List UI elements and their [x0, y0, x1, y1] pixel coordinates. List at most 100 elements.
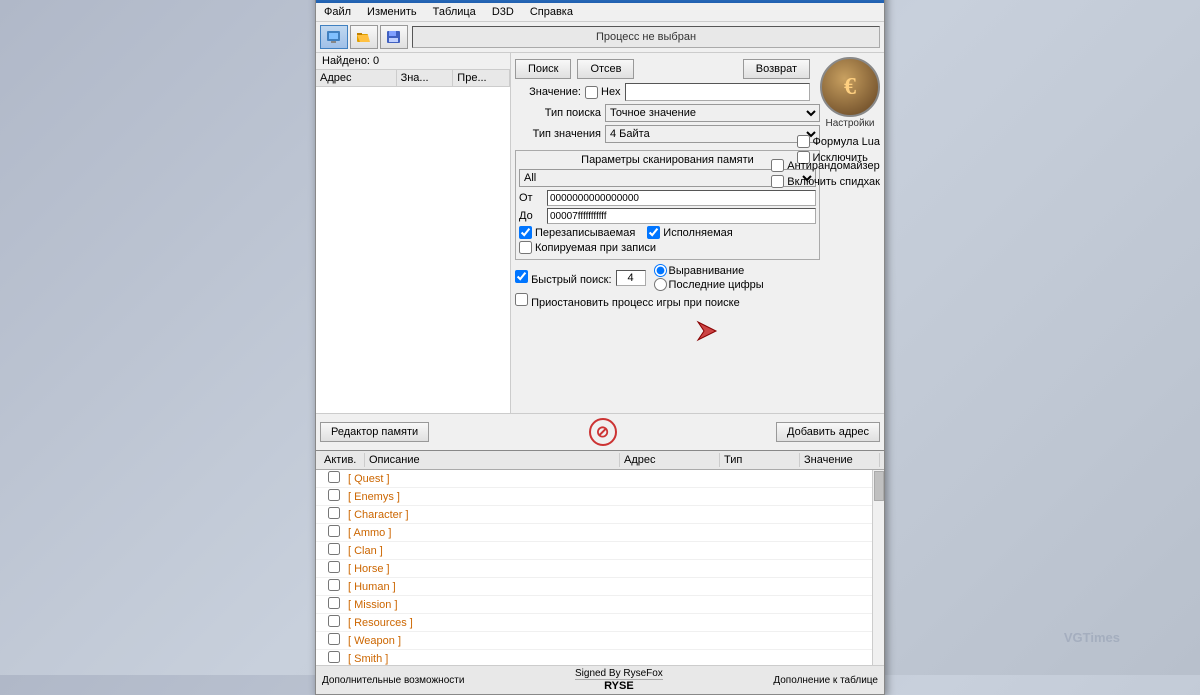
copyable-row: Копируемая при записи [519, 241, 816, 254]
value-type-select[interactable]: 4 Байта [605, 125, 820, 143]
save-button[interactable] [380, 25, 408, 49]
menu-d3d[interactable]: D3D [488, 5, 518, 19]
speedhack-checkbox[interactable] [771, 175, 784, 188]
value-input[interactable] [625, 83, 810, 101]
fast-search-checkbox[interactable] [515, 270, 528, 283]
table-row[interactable]: [ Horse ] [316, 560, 884, 578]
row-checkbox[interactable] [328, 579, 340, 591]
results-list[interactable] [316, 87, 510, 413]
col-prev: Пре... [453, 70, 510, 86]
scrollbar-track[interactable] [872, 470, 884, 665]
row-checkbox[interactable] [328, 597, 340, 609]
arrow-icon-area [696, 320, 718, 345]
add-address-button[interactable]: Добавить адрес [776, 422, 880, 442]
col-desc: Описание [365, 453, 620, 467]
col-value: Значение [800, 453, 880, 467]
row-checkbox-cell[interactable] [328, 651, 348, 665]
menu-edit[interactable]: Изменить [363, 5, 421, 19]
table-row[interactable]: [ Character ] [316, 506, 884, 524]
lua-formula-checkbox[interactable] [797, 135, 810, 148]
row-desc: [ Ammo ] [348, 527, 640, 539]
hex-checkbox-label: Hex [585, 86, 621, 99]
table-row[interactable]: [ Human ] [316, 578, 884, 596]
search-button[interactable]: Поиск [515, 59, 571, 79]
row-checkbox[interactable] [328, 525, 340, 537]
process-bar-text: Процесс не выбран [596, 31, 696, 43]
row-checkbox[interactable] [328, 471, 340, 483]
filter-button[interactable]: Отсев [577, 59, 634, 79]
supplement[interactable]: Дополнение к таблице [773, 675, 878, 686]
table-row[interactable]: [ Weapon ] [316, 632, 884, 650]
row-checkbox-cell[interactable] [328, 543, 348, 558]
row-desc: [ Human ] [348, 581, 640, 593]
rewritable-checkbox[interactable] [519, 226, 532, 239]
scrollbar-thumb[interactable] [874, 471, 884, 501]
row-checkbox[interactable] [328, 615, 340, 627]
row-checkbox[interactable] [328, 633, 340, 645]
last-digits-radio[interactable] [654, 278, 667, 291]
from-row: От [519, 190, 816, 206]
extra-features[interactable]: Дополнительные возможности [322, 675, 464, 686]
row-checkbox-cell[interactable] [328, 507, 348, 522]
return-button[interactable]: Возврат [743, 59, 810, 79]
right-checkboxes-2: Антирандомайзер Включить спидхак [771, 159, 880, 188]
table-row[interactable]: [ Clan ] [316, 542, 884, 560]
from-input[interactable] [547, 190, 816, 206]
menu-table[interactable]: Таблица [429, 5, 480, 19]
copyable-label: Копируемая при записи [519, 241, 656, 254]
row-checkbox-cell[interactable] [328, 579, 348, 594]
process-bar[interactable]: Процесс не выбран [412, 26, 880, 48]
menu-file[interactable]: Файл [320, 5, 355, 19]
ce-logo: € [820, 57, 880, 117]
antirandom-checkbox[interactable] [771, 159, 784, 172]
row-checkbox-cell[interactable] [328, 489, 348, 504]
main-window: CE ChEAt Engine 7.0 ─ □ ✕ Файл Изменить … [315, 0, 885, 695]
row-checkbox-cell[interactable] [328, 561, 348, 576]
last-digits-radio-label: Последние цифры [654, 278, 764, 291]
results-header: Адрес Зна... Пре... [316, 70, 510, 87]
table-row[interactable]: [ Enemys ] [316, 488, 884, 506]
row-checkbox[interactable] [328, 651, 340, 663]
table-row[interactable]: [ Mission ] [316, 596, 884, 614]
col-value: Зна... [397, 70, 454, 86]
row-checkbox[interactable] [328, 507, 340, 519]
executable-checkbox[interactable] [647, 226, 660, 239]
row-checkbox-cell[interactable] [328, 525, 348, 540]
align-radio[interactable] [654, 264, 667, 277]
process-select-button[interactable] [320, 25, 348, 49]
open-button[interactable] [350, 25, 378, 49]
menu-help[interactable]: Справка [526, 5, 577, 19]
antirandom-label: Антирандомайзер [771, 159, 880, 172]
table-row[interactable]: [ Resources ] [316, 614, 884, 632]
watermark: VGTimes [1064, 630, 1120, 645]
pause-checkbox[interactable] [515, 293, 528, 306]
memory-editor-button[interactable]: Редактор памяти [320, 422, 429, 442]
col-type: Тип [720, 453, 800, 467]
row-checkbox[interactable] [328, 561, 340, 573]
cancel-icon[interactable]: ⊘ [589, 418, 617, 446]
row-checkbox-cell[interactable] [328, 597, 348, 612]
settings-link[interactable]: Настройки [825, 118, 874, 129]
row-checkbox-cell[interactable] [328, 471, 348, 486]
row-checkbox[interactable] [328, 489, 340, 501]
main-content: Найдено: 0 Адрес Зна... Пре... € Настрой… [316, 53, 884, 413]
copyable-checkbox[interactable] [519, 241, 532, 254]
hex-checkbox[interactable] [585, 86, 598, 99]
row-checkbox[interactable] [328, 543, 340, 555]
row-desc: [ Weapon ] [348, 635, 640, 647]
radio-group: Выравнивание Последние цифры [654, 264, 764, 291]
fast-search-input[interactable] [616, 270, 646, 286]
row-checkbox-cell[interactable] [328, 633, 348, 648]
align-radio-label: Выравнивание [654, 264, 764, 277]
search-type-label: Тип поиска [515, 107, 605, 119]
table-row[interactable]: [ Quest ] [316, 470, 884, 488]
row-desc: [ Smith ] [348, 653, 640, 665]
pause-row: Приостановить процесс игры при поиске [515, 293, 820, 309]
to-input[interactable] [547, 208, 816, 224]
search-type-select[interactable]: Точное значение [605, 104, 820, 122]
col-addr: Адрес [620, 453, 720, 467]
row-checkbox-cell[interactable] [328, 615, 348, 630]
value-label: Значение: [515, 86, 585, 98]
table-row[interactable]: [ Ammo ] [316, 524, 884, 542]
table-row[interactable]: [ Smith ] [316, 650, 884, 665]
